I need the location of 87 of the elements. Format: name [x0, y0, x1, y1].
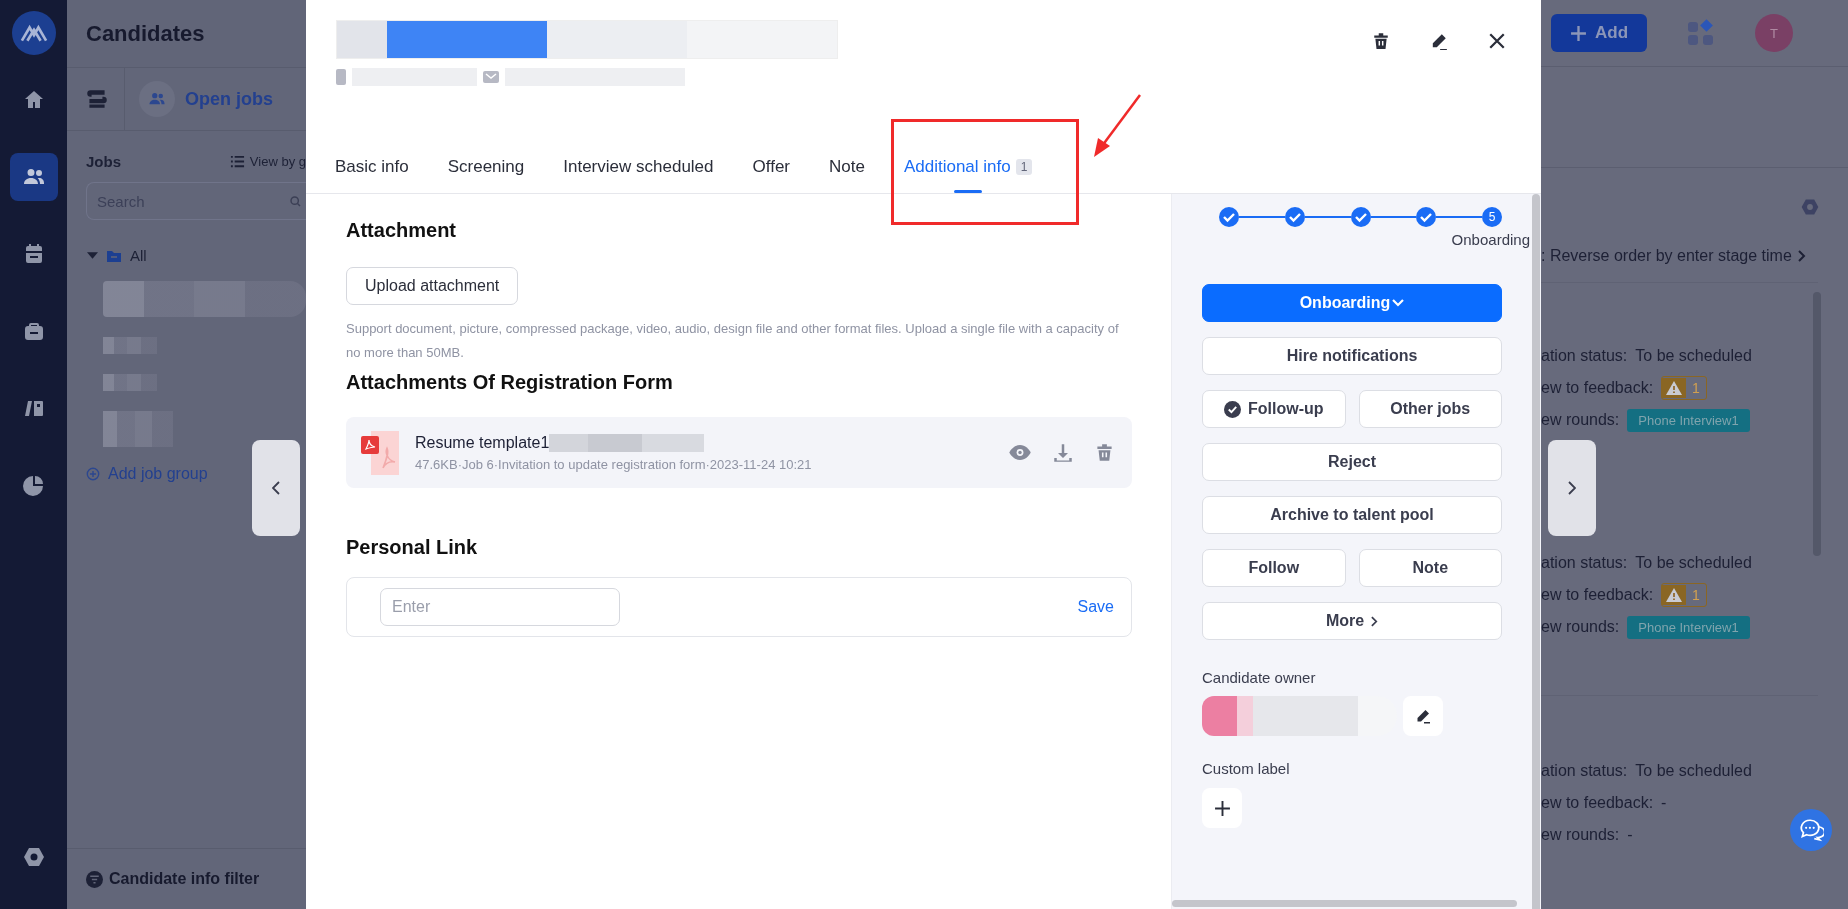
settings-icon[interactable] [21, 845, 46, 869]
plus-icon [1213, 799, 1231, 817]
nav-item[interactable] [9, 153, 58, 201]
action-button[interactable]: Reject [1202, 443, 1502, 481]
field-label: ew to feedback: [1541, 379, 1654, 397]
field-label: Candidate owner [1202, 669, 1317, 686]
action-button[interactable]: Follow-up [1202, 390, 1346, 428]
tab[interactable]: Additional info 1 [903, 146, 1033, 193]
field-label: ew rounds: [1541, 618, 1620, 636]
search-icon [289, 194, 302, 208]
chart-icon [21, 473, 46, 497]
edit-icon[interactable] [1430, 32, 1448, 50]
tab[interactable]: Note [829, 146, 865, 193]
filter-icon [86, 870, 103, 888]
warning-badge: 1 [1661, 376, 1707, 400]
file-name[interactable]: Resume template1 [415, 433, 550, 452]
value-text: - [1627, 826, 1633, 844]
round-tag: Phone Interview1 [1627, 408, 1750, 432]
chevron-icon [1797, 250, 1806, 262]
scrollbar[interactable] [1172, 900, 1517, 907]
field-label: ation status: [1541, 347, 1628, 365]
delete-icon[interactable] [1372, 32, 1390, 50]
warning-icon [1662, 585, 1687, 605]
mail-icon [483, 71, 499, 83]
list-icon [229, 154, 245, 169]
field-label: ation status: [1541, 554, 1628, 572]
redacted-block [103, 374, 157, 391]
caret-icon [87, 250, 98, 261]
field-label: ew rounds: [1541, 411, 1620, 429]
plus-icon [1569, 24, 1587, 42]
action-button[interactable]: Other jobs [1358, 390, 1502, 428]
redacted-block [103, 411, 173, 447]
logo-icon [11, 11, 56, 55]
value-text: - [1661, 794, 1667, 812]
page-title: Candidates [86, 20, 205, 47]
step-number: 5 [1482, 207, 1502, 227]
save-link[interactable]: Save [1077, 598, 1114, 616]
stage-label: Onboarding [1450, 231, 1530, 248]
redacted-block [103, 337, 157, 354]
check-circle-icon [1224, 400, 1241, 418]
chat-button[interactable] [1790, 809, 1832, 851]
tab[interactable]: Offer [752, 146, 790, 193]
warning-badge: 1 [1661, 583, 1707, 607]
field-label: Custom label [1202, 760, 1291, 777]
download-icon[interactable] [1053, 442, 1073, 463]
field-label: ew to feedback: [1541, 586, 1654, 604]
action-button[interactable]: More [1202, 602, 1502, 640]
status-text: To be scheduled [1635, 347, 1752, 365]
action-button[interactable]: Onboarding [1202, 284, 1502, 322]
field-label: ew rounds: [1541, 826, 1620, 844]
upload-button[interactable]: Upload attachment [346, 267, 519, 305]
edit-button[interactable] [1403, 696, 1443, 736]
edit-icon [1415, 708, 1431, 724]
field-label: ew to feedback: [1541, 794, 1654, 812]
section-title: Attachments Of Registration Form [346, 371, 674, 394]
status-text: To be scheduled [1635, 762, 1752, 780]
action-button[interactable]: Hire notifications [1202, 337, 1502, 375]
tab[interactable]: Basic info [335, 146, 409, 193]
action-button[interactable]: Note [1358, 549, 1502, 587]
round-tag: Phone Interview1 [1627, 615, 1750, 639]
add-label-button[interactable] [1202, 788, 1242, 828]
close-icon[interactable] [1488, 32, 1506, 50]
tab[interactable]: Interview scheduled [563, 146, 714, 193]
link-input-field[interactable]: Enter [380, 588, 620, 626]
caret-icon [1392, 299, 1405, 307]
action-button[interactable]: Archive to talent pool [1202, 496, 1502, 534]
chevron-icon [272, 481, 280, 495]
chevron-icon [1568, 481, 1576, 495]
scrollbar[interactable] [1532, 194, 1540, 909]
chat-icon [1798, 817, 1824, 843]
eye-icon[interactable] [1009, 445, 1031, 460]
phone-icon [336, 69, 346, 85]
section-label: Jobs [86, 153, 121, 170]
annotation-arrow [1092, 94, 1142, 158]
status-text: To be scheduled [1635, 554, 1752, 572]
section-title: Attachment [346, 219, 457, 242]
section-title: Personal Link [346, 536, 479, 559]
file-details: 47.6KB·Job 6·Invitation to update registration form·2023-11-24 10:21 [415, 456, 813, 472]
people-icon [139, 81, 175, 117]
help-text: Support document, picture, compressed package, video, audio, design file and other format files. Upload a single file with a capacity of no more than 50MB. [346, 320, 1120, 362]
tab[interactable]: Screening [447, 146, 525, 193]
count-badge: 1 [1015, 158, 1033, 175]
chevron-icon [1371, 615, 1379, 627]
action-button[interactable]: Follow [1202, 549, 1346, 587]
warning-icon [1662, 378, 1687, 398]
field-label: ation status: [1541, 762, 1628, 780]
plus-circle-icon [86, 467, 100, 481]
